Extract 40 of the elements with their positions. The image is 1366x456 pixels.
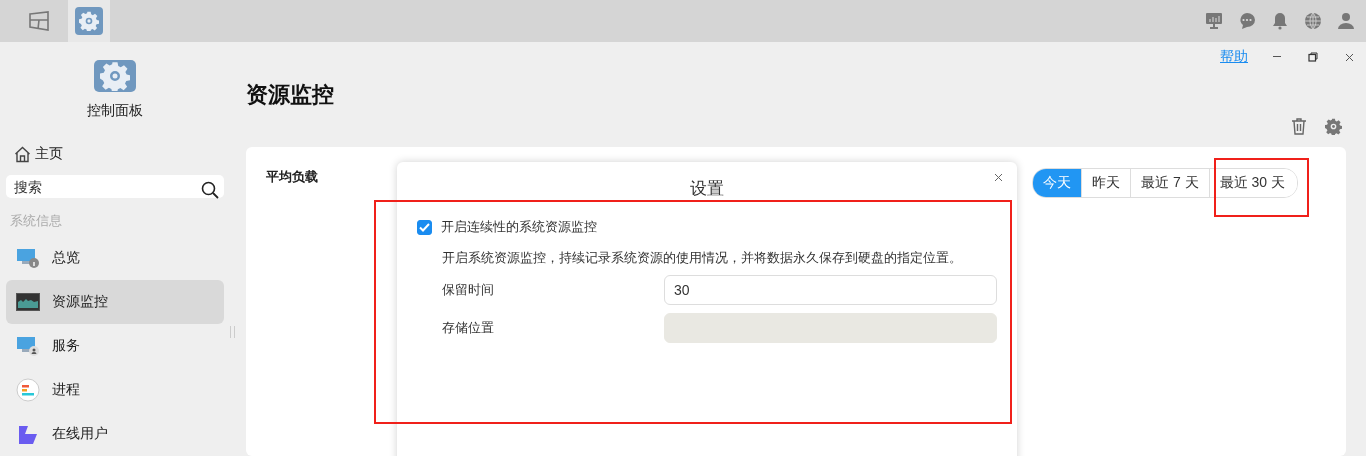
field-label: 存储位置: [442, 319, 495, 337]
field-label: 保留时间: [442, 281, 495, 299]
sidebar-item[interactable]: 总览: [6, 236, 224, 280]
sidebar-item[interactable]: 进程: [6, 368, 224, 412]
settings-icon[interactable]: [1325, 118, 1342, 135]
page-title: 资源监控: [246, 81, 335, 108]
search-field[interactable]: 搜索: [6, 175, 224, 198]
sidebar-item-label: 资源监控: [52, 293, 108, 311]
home-link[interactable]: 主页: [14, 145, 63, 164]
description-text: 开启系统资源监控，持续记录系统资源的使用情况，并将数据永久保存到硬盘的指定位置。: [442, 249, 963, 267]
sidebar-item[interactable]: 在线用户: [6, 412, 224, 456]
dashboard-icon[interactable]: [1205, 12, 1223, 30]
sidebar-item[interactable]: 服务: [6, 324, 224, 368]
checkbox-label: 开启连续性的系统资源监控: [441, 218, 597, 236]
control-panel-icon: [94, 60, 136, 93]
process-icon: [16, 378, 40, 402]
app-title: 控制面板: [87, 102, 143, 121]
card-label: 平均负载: [266, 168, 318, 186]
section-heading: 系统信息: [10, 212, 63, 230]
monitor-info-icon: [16, 247, 40, 269]
sidebar-item-label: 在线用户: [52, 425, 108, 443]
restore-icon[interactable]: [1306, 50, 1320, 64]
home-icon: [14, 145, 31, 163]
search-icon[interactable]: [201, 181, 219, 200]
globe-icon[interactable]: [1304, 12, 1322, 30]
monitor-user-icon: [16, 335, 40, 357]
chat-icon[interactable]: [1238, 12, 1256, 30]
user-icon[interactable]: [1337, 12, 1355, 30]
input-field[interactable]: 30: [664, 275, 997, 305]
dialog-title: 设置: [689, 178, 725, 199]
checkbox[interactable]: [417, 219, 432, 235]
settings-app-icon[interactable]: [68, 0, 110, 42]
monitor-chart-icon: [16, 293, 40, 311]
trash-icon[interactable]: [1291, 118, 1307, 135]
sidebar-item[interactable]: 资源监控: [6, 280, 224, 324]
bell-icon[interactable]: [1271, 12, 1289, 30]
sidebar-item-label: 进程: [52, 381, 80, 399]
users-icon: [16, 423, 40, 445]
sidebar-item-label: 总览: [52, 249, 80, 267]
sidebar-item-label: 服务: [52, 337, 80, 355]
